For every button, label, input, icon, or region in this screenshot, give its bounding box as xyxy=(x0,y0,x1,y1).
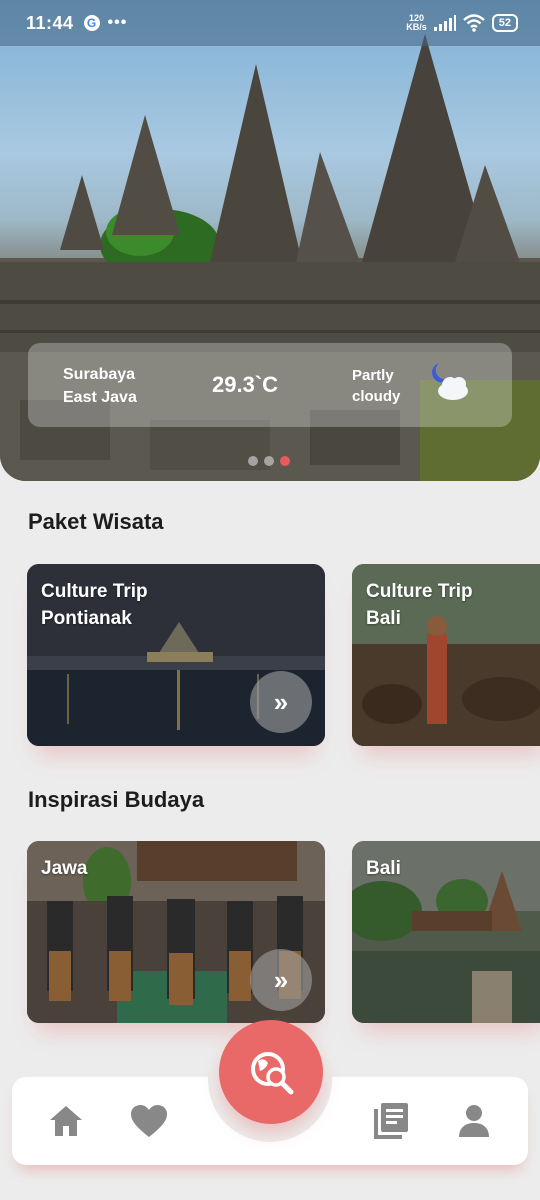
hero-banner[interactable]: 11:44 G ••• 120 KB/s 52 Surabaya East Ja… xyxy=(0,0,540,481)
package-card-pontianak[interactable]: Culture Trip Pontianak » xyxy=(27,564,325,746)
package-card-bali[interactable]: Culture Trip Bali xyxy=(352,564,540,746)
explore-search-icon xyxy=(251,1052,294,1095)
weather-temperature: 29.3`C xyxy=(212,372,279,397)
pager-dot[interactable] xyxy=(248,456,258,466)
culture-card-bali[interactable]: Bali xyxy=(352,841,540,1023)
weather-location: Surabaya East Java xyxy=(63,363,137,409)
wifi-icon xyxy=(462,14,485,32)
news-icon[interactable] xyxy=(373,1102,409,1140)
culture-card-label: Jawa xyxy=(41,858,88,879)
weather-province: East Java xyxy=(63,389,137,406)
partly-cloudy-night-icon xyxy=(432,363,468,400)
weather-city: Surabaya xyxy=(63,366,136,383)
package-card-label: Culture Trip Bali xyxy=(366,581,473,629)
signal-icon xyxy=(433,15,456,31)
chevrons-right-icon[interactable]: » xyxy=(250,671,312,733)
battery-indicator: 52 xyxy=(491,14,518,32)
status-bar: 11:44 G ••• 120 KB/s 52 xyxy=(0,0,540,46)
clock: 11:44 xyxy=(26,12,74,33)
heart-icon[interactable] xyxy=(130,1104,168,1138)
chevrons-right-icon[interactable]: » xyxy=(250,949,312,1011)
profile-icon[interactable] xyxy=(458,1104,490,1138)
more-notifications-icon: ••• xyxy=(107,14,128,31)
explore-search-button[interactable] xyxy=(219,1020,323,1124)
network-speed: 120 KB/s xyxy=(406,13,427,32)
section-title-inspirasi-budaya: Inspirasi Budaya xyxy=(28,787,205,812)
hero-pager[interactable] xyxy=(248,456,290,466)
weather-condition: Partly cloudy xyxy=(352,367,401,405)
culture-card-jawa[interactable]: Jawa » xyxy=(27,841,325,1023)
pager-dot[interactable] xyxy=(264,456,274,466)
pager-dot-active[interactable] xyxy=(280,456,290,466)
section-title-paket-wisata: Paket Wisata xyxy=(28,509,164,534)
culture-card-label: Bali xyxy=(366,858,401,879)
google-icon: G xyxy=(83,15,100,31)
weather-card[interactable]: Surabaya East Java 29.3`C Partly cloudy xyxy=(28,343,512,427)
package-card-label: Culture Trip Pontianak xyxy=(41,581,148,629)
home-icon[interactable] xyxy=(48,1104,84,1138)
